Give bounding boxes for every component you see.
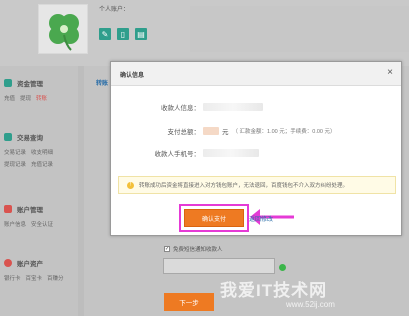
sidebar-item-bank-card[interactable]: 银行卡 [4,274,21,282]
account-header: 个人账户： ✎ ▯ ▤ [0,0,409,66]
sidebar-section-funds: 资金管理 充值 提现 转账 [0,78,78,102]
amount-unit: 元 [222,129,229,136]
sidebar-section-query: 交易查询 交易记录 收支明细 提现记录 充值记录 [0,132,78,168]
sidebar: 资金管理 充值 提现 转账 交易查询 交易记录 收支明细 提现记录 充值记录 账… [0,66,78,316]
close-icon[interactable]: × [387,67,393,78]
assets-icon [4,259,12,267]
sidebar-item-recharge-records[interactable]: 充值记录 [31,160,53,168]
sms-notify-row: ✓ 免费短信通知收款人 [164,245,223,253]
account-icon [4,205,12,213]
tip-text: 转账成功后资金将直接进入对方钱包账户，无法退回，百度钱包不介入双方纠纷处理。 [139,183,349,189]
confirm-pay-button[interactable]: 确认支付 [184,209,244,227]
watermark: 我爱IT技术网 [220,281,328,300]
amount-row: 支付总额： 元 （ 汇款金额：1.00 元；手续费：0.00 元） [111,126,336,136]
check-ok-icon [279,264,286,271]
section-title[interactable]: 交易查询 [17,132,43,142]
card-icon[interactable]: ▤ [135,28,147,40]
amount-label: 支付总额： [167,129,201,136]
next-step-button[interactable]: 下一步 [164,293,214,311]
dialog-header: 确认信息 × [111,62,401,86]
sms-notify-checkbox[interactable]: ✓ [164,246,170,252]
sidebar-item-transfer[interactable]: 转账 [36,94,47,102]
section-title[interactable]: 账户资产 [17,258,43,268]
edit-icon[interactable]: ✎ [99,28,111,40]
search-icon [4,133,12,141]
clover-logo [38,4,88,54]
amount-value-redacted [203,127,219,135]
sidebar-item-withdraw[interactable]: 提现 [20,94,31,102]
sidebar-item-recharge[interactable]: 充值 [4,94,15,102]
sidebar-item-withdraw-records[interactable]: 提现记录 [4,160,26,168]
phone-label: 收款人手机号： [154,151,201,158]
tab-transfer[interactable]: 转账 [96,78,108,87]
sidebar-item-transactions[interactable]: 交易记录 [4,148,26,156]
recipient-label: 收款人信息： [161,105,200,112]
dialog-title: 确认信息 [120,73,145,79]
confirm-highlight: 确认支付 [179,204,249,232]
warning-tip: ! 转账成功后资金将直接进入对方钱包账户，无法退回，百度钱包不介入双方纠纷处理。 [118,176,396,194]
phone-icon[interactable]: ▯ [117,28,129,40]
sidebar-item-security[interactable]: 安全认证 [31,220,53,228]
sidebar-section-assets: 账户资产 银行卡 百宝卡 百赚分 [0,258,78,282]
phone-row: 收款人手机号： [111,148,259,158]
section-title[interactable]: 账户管理 [17,204,43,214]
back-modify-link[interactable]: 返回修改 [249,214,273,223]
account-actions: ✎ ▯ ▤ [99,28,147,40]
watermark-url: www.52ij.com [286,300,335,309]
recipient-row: 收款人信息： [111,102,263,112]
section-title[interactable]: 资金管理 [17,78,43,88]
info-icon: ! [127,181,134,189]
phone-value-redacted [203,149,259,157]
sidebar-item-baizhuan[interactable]: 百赚分 [47,274,64,282]
sms-notify-label: 免费短信通知收款人 [173,247,223,253]
clover-icon [49,14,79,51]
sidebar-item-baibao-card[interactable]: 百宝卡 [26,274,43,282]
funds-icon [4,79,12,87]
sidebar-item-account-info[interactable]: 账户信息 [4,220,26,228]
account-label: 个人账户： [99,7,130,13]
phone-input[interactable] [163,258,275,274]
recipient-value-redacted [203,103,263,111]
sidebar-section-account: 账户管理 账户信息 安全认证 [0,204,78,228]
amount-detail: （ 汇款金额：1.00 元；手续费：0.00 元） [232,129,336,135]
sidebar-item-statement[interactable]: 收支明细 [31,148,53,156]
header-banner [190,6,409,52]
